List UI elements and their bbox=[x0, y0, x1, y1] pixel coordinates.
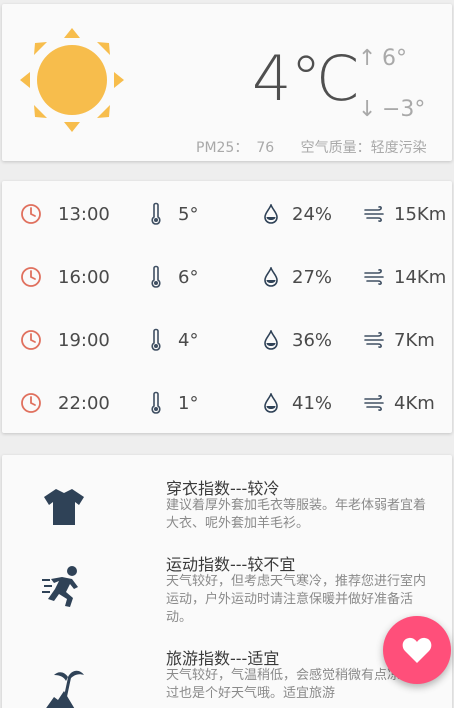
humidity-cell: 41% bbox=[264, 388, 332, 418]
arrow-down-icon: ↓ bbox=[358, 97, 377, 122]
wind-icon bbox=[364, 206, 384, 222]
hour-temp: 4° bbox=[178, 329, 199, 351]
humidity-cell: 27% bbox=[264, 262, 332, 292]
hour-humidity: 41% bbox=[292, 392, 333, 414]
air-quality-label: 空气质量： bbox=[300, 140, 371, 156]
hour-wind: 14Km bbox=[394, 266, 447, 288]
wind-icon bbox=[364, 395, 384, 411]
island-icon bbox=[46, 670, 84, 708]
time-cell: 13:00 bbox=[20, 199, 110, 229]
hour-time: 22:00 bbox=[58, 392, 110, 414]
wind-cell: 14Km bbox=[364, 262, 446, 292]
thermometer-icon bbox=[151, 265, 161, 288]
temp-cell: 6° bbox=[150, 262, 198, 292]
wind-cell: 15Km bbox=[364, 199, 446, 229]
wind-cell: 4Km bbox=[364, 388, 435, 418]
runner-icon bbox=[42, 566, 78, 607]
water-drop-icon bbox=[264, 330, 278, 350]
arrow-up-icon: ↑ bbox=[358, 46, 377, 71]
hour-wind: 7Km bbox=[394, 329, 435, 351]
low-temp-value: −3° bbox=[382, 97, 426, 122]
hour-humidity: 24% bbox=[292, 203, 333, 225]
pm25-value: 76 bbox=[256, 140, 275, 156]
hour-time: 16:00 bbox=[58, 266, 110, 288]
life-index-card: 穿衣指数---较冷 建议着厚外套加毛衣等服装。年老体弱者宜着大衣、呢外套加羊毛衫… bbox=[2, 455, 452, 708]
favorite-button[interactable] bbox=[383, 616, 451, 684]
temp-cell: 5° bbox=[150, 199, 198, 229]
temp-cell: 4° bbox=[150, 325, 198, 355]
humidity-cell: 36% bbox=[264, 325, 332, 355]
hour-humidity: 36% bbox=[292, 329, 333, 351]
air-quality-line: PM25： 76 空气质量：轻度污染 bbox=[196, 137, 435, 157]
hourly-forecast-card: 13:00 5° 24% 15Km 16:00 6° 27% 14Km 19:0… bbox=[2, 181, 452, 433]
time-cell: 22:00 bbox=[20, 388, 110, 418]
current-weather-card: 4℃ ↑ 6° ↓ −3° PM25： 76 空气质量：轻度污染 bbox=[2, 4, 452, 161]
hourly-row: 19:00 4° 36% 7Km bbox=[2, 325, 452, 355]
wind-cell: 7Km bbox=[364, 325, 435, 355]
hourly-row: 13:00 5° 24% 15Km bbox=[2, 199, 452, 229]
clock-icon bbox=[21, 267, 41, 287]
humidity-cell: 24% bbox=[264, 199, 332, 229]
hourly-row: 22:00 1° 41% 4Km bbox=[2, 388, 452, 418]
hour-temp: 5° bbox=[178, 203, 199, 225]
hour-wind: 4Km bbox=[394, 392, 435, 414]
water-drop-icon bbox=[264, 204, 278, 224]
current-temperature: 4℃ bbox=[252, 42, 360, 115]
hour-temp: 6° bbox=[178, 266, 199, 288]
thermometer-icon bbox=[151, 391, 161, 414]
sport-index-desc: 天气较好，但考虑天气寒冷，推荐您进行室内运动，户外运动时请注意保暖并做好准备活动… bbox=[166, 574, 427, 625]
time-cell: 19:00 bbox=[20, 325, 110, 355]
hour-temp: 1° bbox=[178, 392, 199, 414]
hour-humidity: 27% bbox=[292, 266, 333, 288]
tshirt-icon bbox=[44, 489, 84, 525]
time-cell: 16:00 bbox=[20, 262, 110, 292]
thermometer-icon bbox=[151, 202, 161, 225]
high-temp-value: 6° bbox=[382, 46, 407, 71]
travel-index-title: 旅游指数---适宜 bbox=[166, 649, 280, 668]
clock-icon bbox=[21, 393, 41, 413]
water-drop-icon bbox=[264, 393, 278, 413]
clothing-index-desc: 建议着厚外套加毛衣等服装。年老体弱者宜着大衣、呢外套加羊毛衫。 bbox=[166, 498, 427, 531]
hourly-row: 16:00 6° 27% 14Km bbox=[2, 262, 452, 292]
sport-index-title: 运动指数---较不宜 bbox=[166, 555, 296, 574]
high-temperature: ↑ 6° bbox=[358, 46, 407, 71]
hour-wind: 15Km bbox=[394, 203, 447, 225]
clothing-index-title: 穿衣指数---较冷 bbox=[166, 479, 280, 498]
clock-icon bbox=[21, 204, 41, 224]
air-quality-value: 轻度污染 bbox=[370, 140, 427, 156]
hour-time: 19:00 bbox=[58, 329, 110, 351]
heart-icon bbox=[402, 637, 432, 663]
wind-icon bbox=[364, 269, 384, 285]
clock-icon bbox=[21, 330, 41, 350]
low-temperature: ↓ −3° bbox=[358, 97, 425, 122]
wind-icon bbox=[364, 332, 384, 348]
sun-icon bbox=[20, 28, 124, 132]
pm25-label: PM25： bbox=[196, 140, 249, 156]
temp-cell: 1° bbox=[150, 388, 198, 418]
thermometer-icon bbox=[151, 328, 161, 351]
water-drop-icon bbox=[264, 267, 278, 287]
hour-time: 13:00 bbox=[58, 203, 110, 225]
